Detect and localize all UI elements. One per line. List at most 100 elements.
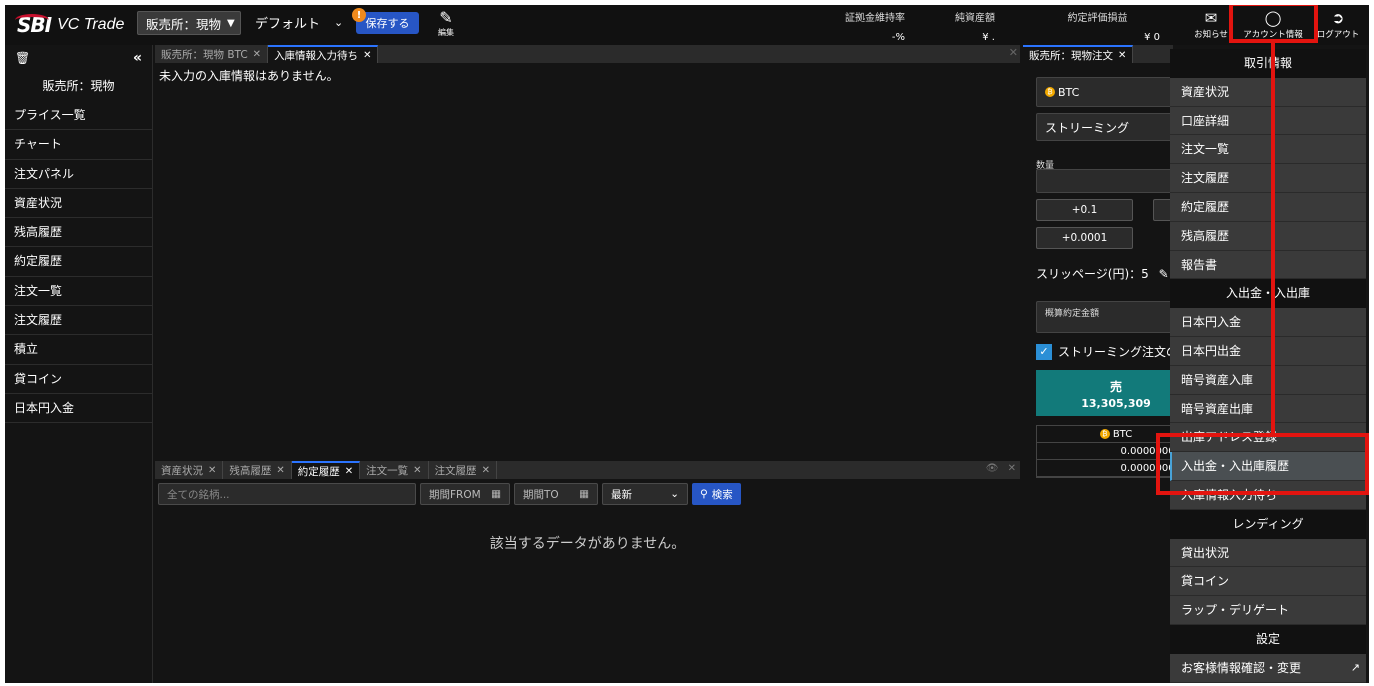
menu-section-header: 取引情報 bbox=[1170, 49, 1366, 78]
period-to-label: 期間TO bbox=[523, 488, 559, 501]
menu-item[interactable]: 日本円出金 bbox=[1170, 337, 1366, 366]
tab-spot-btc[interactable]: 販売所：現物 BTC ✕ bbox=[155, 45, 269, 63]
sidebar-item[interactable]: 積立 bbox=[5, 335, 152, 365]
balance-table: ₿BTC 0.00000000 0.00000000 bbox=[1036, 425, 1173, 478]
pane-controls: 👁 ✕ bbox=[986, 463, 1016, 474]
stat-unrealized-pl: 約定評価損益 ¥ 0 bbox=[1035, 9, 1161, 43]
logo: SBI VC Trade bbox=[15, 10, 124, 40]
menu-item-label: 取引情報 bbox=[1243, 56, 1292, 70]
close-icon[interactable]: ✕ bbox=[276, 465, 284, 476]
menu-section-header: 設定 bbox=[1170, 624, 1366, 654]
edit-icon[interactable]: ✎ bbox=[1159, 267, 1169, 281]
close-icon[interactable]: ✕ bbox=[363, 50, 371, 61]
stat-value: ¥ . bbox=[982, 32, 995, 43]
market-select[interactable]: 販売所：現物 ▼ bbox=[137, 11, 241, 35]
menu-item[interactable]: ラップ・デリゲート bbox=[1170, 596, 1366, 625]
menu-item[interactable]: 注文一覧 bbox=[1170, 135, 1366, 165]
menu-item[interactable]: 貸出状況 bbox=[1170, 539, 1366, 568]
menu-item[interactable]: 暗号資産出庫 bbox=[1170, 395, 1366, 424]
menu-item[interactable]: 注文履歴 bbox=[1170, 164, 1366, 193]
sidebar-item[interactable]: 注文パネル bbox=[5, 160, 152, 189]
tab-bottom[interactable]: 約定履歴 ✕ bbox=[291, 461, 361, 479]
sidebar-item[interactable]: 注文一覧 bbox=[5, 277, 152, 307]
bitcoin-icon: ₿ bbox=[1099, 429, 1110, 439]
edit-icon: ✎ bbox=[439, 8, 453, 27]
period-to-field[interactable]: 期間TO ▦ bbox=[514, 483, 598, 505]
market-select-label: 販売所：現物 bbox=[146, 16, 222, 32]
menu-item[interactable]: 資産状況 bbox=[1170, 78, 1366, 107]
sidebar-item[interactable]: 残高履歴 bbox=[5, 218, 152, 248]
tab-bottom[interactable]: 残高履歴 ✕ bbox=[223, 461, 292, 479]
news-button[interactable]: ✉ お知らせ bbox=[1191, 8, 1231, 40]
layout-select[interactable]: デフォルト ⌄ bbox=[255, 13, 343, 32]
close-icon[interactable]: ✕ bbox=[1009, 46, 1018, 59]
menu-section-header: 入出金・入出庫 bbox=[1170, 279, 1366, 309]
menu-item[interactable]: 日本円入金 bbox=[1170, 308, 1366, 337]
tab-deposit-pending[interactable]: 入庫情報入力待ち ✕ bbox=[268, 45, 379, 63]
streaming-checkbox[interactable]: ✓ ストリーミング注文の bbox=[1036, 343, 1173, 360]
close-icon[interactable]: ✕ bbox=[253, 49, 261, 60]
qty-input[interactable] bbox=[1036, 169, 1173, 193]
tab-label: 注文履歴 bbox=[434, 464, 477, 477]
stat-label: 純資産額 bbox=[955, 13, 995, 24]
qty-plus-button[interactable]: +0.1 bbox=[1036, 199, 1133, 221]
sidebar-title: 販売所：現物 bbox=[42, 79, 115, 93]
tab-bottom[interactable]: 注文一覧 ✕ bbox=[360, 461, 429, 479]
menu-item-label: レンディング bbox=[1232, 516, 1304, 531]
symbol-input[interactable]: 全ての銘柄... bbox=[158, 483, 416, 505]
tab-bottom[interactable]: 注文履歴 ✕ bbox=[429, 461, 497, 479]
menu-item[interactable]: 報告書 bbox=[1170, 251, 1366, 280]
symbol-select[interactable]: ₿ BTC bbox=[1036, 77, 1173, 107]
sidebar-item[interactable]: 貸コイン bbox=[5, 365, 152, 394]
balance-row: 0.00000000 bbox=[1037, 460, 1173, 477]
highlight-arrow-line bbox=[1271, 43, 1275, 433]
bitcoin-icon: ₿ bbox=[1045, 87, 1055, 97]
close-icon[interactable]: ✕ bbox=[482, 465, 490, 476]
sidebar-item[interactable]: プライス一覧 bbox=[5, 101, 152, 131]
close-icon[interactable]: ✕ bbox=[413, 465, 421, 476]
eye-icon[interactable]: 👁 bbox=[986, 463, 999, 474]
logout-button[interactable]: ➲ ログアウト bbox=[1313, 8, 1363, 40]
menu-item[interactable]: 口座詳細 bbox=[1170, 107, 1366, 136]
menu-item[interactable]: 残高履歴 bbox=[1170, 222, 1366, 251]
menu-item[interactable]: 貸コイン bbox=[1170, 567, 1366, 597]
order-type-select[interactable]: ストリーミング bbox=[1036, 113, 1173, 141]
menu-item-label: 報告書 bbox=[1181, 257, 1218, 272]
bottom-pane: 資産状況 ✕ 残高履歴 ✕ 約定履歴 ✕ 注文一覧 ✕ 注文履歴 ✕ 👁 ✕ 全ての銘柄... 期… bbox=[155, 461, 1020, 683]
menu-section-header: レンディング bbox=[1170, 509, 1366, 539]
menu-item-label: 貸コイン bbox=[1181, 574, 1230, 589]
check-icon: ✓ bbox=[1036, 343, 1052, 360]
sell-button[interactable]: 売 13,305,309 bbox=[1036, 370, 1173, 416]
menu-item[interactable]: 暗号資産入庫 bbox=[1170, 366, 1366, 395]
menu-item-label: 暗号資産出庫 bbox=[1181, 401, 1254, 416]
period-from-field[interactable]: 期間FROM ▦ bbox=[420, 483, 510, 505]
qty-plus-small-button[interactable]: +0.0001 bbox=[1036, 227, 1133, 249]
order-tabbar: 販売所：現物注文 ✕ bbox=[1023, 45, 1173, 63]
close-icon[interactable]: ✕ bbox=[1118, 50, 1126, 61]
sidebar-item[interactable]: 資産状況 bbox=[5, 189, 152, 219]
sidebar-item[interactable]: 約定履歴 bbox=[5, 247, 152, 277]
sort-select[interactable]: 最新 ⌄ bbox=[602, 483, 688, 505]
close-icon[interactable]: ✕ bbox=[345, 466, 353, 477]
tab-bottom[interactable]: 資産状況 ✕ bbox=[155, 461, 224, 479]
menu-item[interactable]: 約定履歴 bbox=[1170, 193, 1366, 222]
news-label: お知らせ bbox=[1194, 30, 1228, 40]
empty-message: 該当するデータがありません。 bbox=[489, 536, 686, 552]
sidebar-item[interactable]: 注文履歴 bbox=[5, 306, 152, 336]
trash-icon[interactable]: 🗑 bbox=[15, 51, 30, 65]
menu-item-label: ラップ・デリゲート bbox=[1181, 603, 1290, 618]
external-link-icon: ↗ bbox=[1350, 660, 1360, 674]
sidebar-item[interactable]: チャート bbox=[5, 130, 152, 160]
collapse-icon[interactable]: « bbox=[133, 50, 142, 66]
edit-button[interactable]: ✎ 編集 bbox=[433, 9, 459, 43]
close-icon[interactable]: ✕ bbox=[1008, 463, 1016, 474]
menu-item-label: 貸出状況 bbox=[1181, 545, 1230, 560]
sidebar-item[interactable]: 日本円入金 bbox=[5, 394, 152, 424]
menu-item[interactable]: お客様情報確認・変更 ↗ bbox=[1170, 654, 1366, 683]
close-icon[interactable]: ✕ bbox=[208, 465, 216, 476]
menu-item-label: 注文履歴 bbox=[1181, 171, 1230, 186]
tab-spot-order[interactable]: 販売所：現物注文 ✕ bbox=[1023, 45, 1134, 63]
search-button[interactable]: ⚲ 検索 bbox=[692, 483, 741, 505]
logout-label: ログアウト bbox=[1316, 30, 1360, 40]
save-button-label: 保存する bbox=[365, 17, 410, 30]
